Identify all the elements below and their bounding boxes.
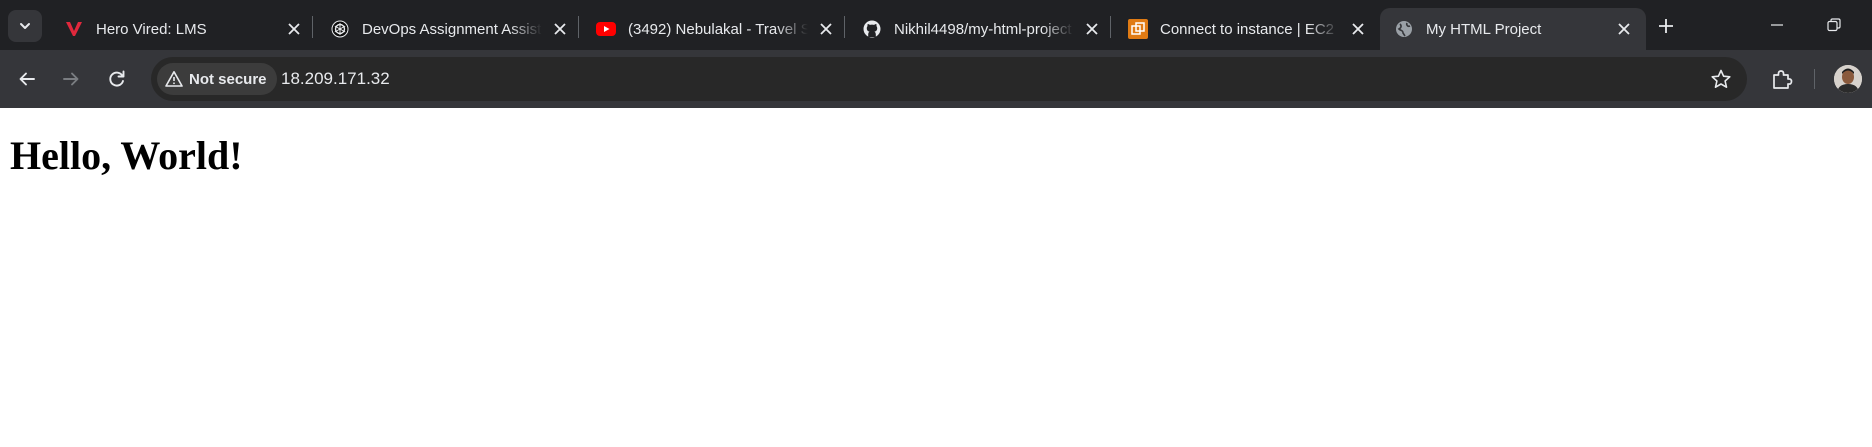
tab-divider [312,16,313,38]
warning-icon [165,71,183,87]
close-icon[interactable] [1082,19,1102,39]
bookmark-star-icon[interactable] [1711,69,1731,89]
address-bar[interactable]: Not secure 18.209.171.32 [151,57,1747,101]
close-icon[interactable] [550,19,570,39]
tab-my-html-project[interactable]: My HTML Project [1380,8,1646,50]
browser-toolbar: Not secure 18.209.171.32 [0,50,1872,108]
security-label: Not secure [189,70,267,88]
github-icon [862,19,882,39]
minimize-button[interactable] [1749,0,1805,50]
tab-title: Hero Vired: LMS [96,20,207,38]
tab-title: DevOps Assignment Assista [362,20,542,38]
tab-devops-assignment[interactable]: DevOps Assignment Assista [316,8,582,50]
restore-button[interactable] [1806,0,1862,50]
close-icon[interactable] [1614,19,1634,39]
chevron-down-icon [20,23,30,29]
back-button[interactable] [11,63,43,95]
tab-title: Connect to instance | EC2 | u [1160,20,1340,38]
close-icon[interactable] [1348,19,1368,39]
url-text[interactable]: 18.209.171.32 [281,57,390,101]
tab-youtube[interactable]: (3492) Nebulakal - Travel Sc [582,8,848,50]
site-info-chip[interactable]: Not secure [157,63,277,95]
toolbar-divider [1814,69,1815,89]
tab-divider [844,16,845,38]
tab-aws-ec2[interactable]: Connect to instance | EC2 | u [1114,8,1380,50]
tab-search-button[interactable] [8,10,42,42]
arrow-left-icon [19,72,35,86]
tab-github[interactable]: Nikhil4498/my-html-project [848,8,1114,50]
minimize-icon [1771,24,1783,26]
tab-divider [1110,16,1111,38]
tab-divider [578,16,579,38]
profile-avatar[interactable] [1834,65,1862,93]
aws-icon [1128,19,1148,39]
hero-vired-icon [64,19,84,39]
youtube-icon [596,19,616,39]
tab-title: (3492) Nebulakal - Travel Sc [628,20,808,38]
plus-icon [1659,19,1673,33]
extensions-button[interactable] [1766,63,1798,95]
globe-icon [1394,19,1414,39]
tab-title: Nikhil4498/my-html-project [894,20,1072,38]
forward-button[interactable] [55,63,87,95]
tab-title: My HTML Project [1426,20,1542,38]
puzzle-icon [1773,70,1793,89]
reload-icon [109,70,125,87]
page-heading: Hello, World! [10,133,243,178]
new-tab-button[interactable] [1652,12,1680,40]
avatar-photo-icon [1834,65,1862,93]
page-viewport: Hello, World! [0,108,1872,447]
close-icon[interactable] [816,19,836,39]
arrow-right-icon [63,72,79,86]
close-icon[interactable] [284,19,304,39]
reload-button[interactable] [101,63,133,95]
tab-hero-vired[interactable]: Hero Vired: LMS [50,8,316,50]
chatgpt-icon [330,19,350,39]
restore-icon [1827,18,1841,32]
tab-strip: Hero Vired: LMS DevOps Assignment Assist… [0,0,1872,50]
